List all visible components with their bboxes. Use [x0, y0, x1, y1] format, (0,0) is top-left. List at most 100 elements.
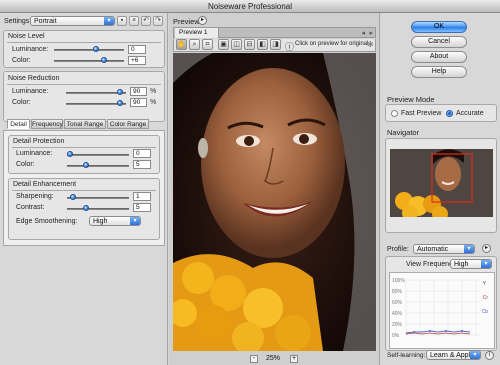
- cancel-button[interactable]: Cancel: [411, 36, 467, 48]
- crop-tool-icon[interactable]: ⌗: [202, 39, 213, 50]
- noise-reduction-luminance-knob[interactable]: [117, 89, 123, 95]
- detail-protection-luminance-slider[interactable]: [67, 154, 129, 156]
- divider: [7, 42, 161, 43]
- portrait-photo: [173, 53, 376, 351]
- help-button[interactable]: Help: [411, 66, 467, 78]
- split-vertical-icon[interactable]: ◫: [231, 39, 242, 50]
- hand-tool-icon[interactable]: ✋: [176, 39, 187, 50]
- tab-scroll-left-icon[interactable]: ◂: [361, 29, 365, 37]
- preview-image[interactable]: [173, 53, 376, 351]
- sharpening-input[interactable]: 1: [133, 192, 151, 201]
- info-icon[interactable]: i: [485, 351, 494, 360]
- contrast-label: Contrast:: [16, 204, 45, 211]
- tab-preview-1[interactable]: Preview 1: [175, 28, 219, 38]
- contrast-slider[interactable]: [67, 208, 129, 210]
- preview-toolbar: ✋ ⌕ ⌗ ▣ ◫ ⊟ ◧ ◨ ⓘ Click on preview for o…: [173, 39, 376, 52]
- chevron-down-icon: ▾: [481, 260, 491, 268]
- preview-title: Preview: [173, 17, 200, 26]
- noise-reduction-color-knob[interactable]: [117, 100, 123, 106]
- tab-detail[interactable]: Detail: [7, 119, 30, 129]
- tab-scroll-right-icon[interactable]: ▸: [369, 29, 373, 37]
- accurate-label: Accurate: [456, 110, 484, 117]
- preview-hint: Click on preview for original: [295, 41, 369, 47]
- legend-cb: Cb: [481, 309, 488, 315]
- percent-unit: %: [150, 99, 157, 106]
- view-frequency-select[interactable]: High ▾: [450, 259, 492, 269]
- profile-select[interactable]: Automatic ▾: [413, 244, 475, 254]
- zoom-in-button[interactable]: +: [290, 355, 298, 363]
- preview-panel: Preview ▸ Preview 1 ◂ ▸ ✋ ⌕ ⌗ ▣ ◫ ⊟ ◧ ◨ …: [169, 13, 380, 365]
- save-preset-icon[interactable]: ▪: [117, 16, 127, 26]
- frequency-graph: 100% 80% 60% 40% 20% 0% Y Cr Cb: [389, 272, 495, 349]
- noise-level-color-label: Color:: [12, 57, 31, 64]
- detail-protection-luminance-knob[interactable]: [67, 151, 73, 157]
- noise-reduction-color-input[interactable]: 90: [130, 98, 147, 107]
- self-learning-label: Self-learning:: [387, 352, 426, 359]
- noise-level-luminance-knob[interactable]: [93, 46, 99, 52]
- profile-menu-icon[interactable]: ▸: [482, 244, 491, 253]
- navigator-photo: [390, 149, 493, 217]
- detail-protection-luminance-input[interactable]: 0: [133, 149, 151, 158]
- zoom-tool-icon[interactable]: ⌕: [189, 39, 200, 50]
- noise-level-color-input[interactable]: +6: [128, 56, 146, 65]
- fast-preview-label: Fast Preview: [401, 110, 442, 117]
- ok-button[interactable]: OK: [411, 21, 467, 33]
- profile-group: View Frequency: High ▾ 100% 80% 60% 40% …: [385, 256, 497, 351]
- percent-unit: %: [150, 88, 157, 95]
- noise-level-luminance-input[interactable]: 0: [128, 45, 146, 54]
- detail-protection-title: Detail Protection: [13, 138, 65, 145]
- noise-reduction-luminance-input[interactable]: 90: [130, 87, 147, 96]
- settings-select-value: Portrait: [34, 18, 57, 25]
- tab-color-range[interactable]: Color Range: [107, 119, 149, 129]
- chevron-down-icon: ▾: [470, 351, 480, 359]
- detail-protection-color-knob[interactable]: [83, 162, 89, 168]
- detail-protection-color-input[interactable]: 5: [133, 160, 151, 169]
- edge-smoothening-select[interactable]: High ▾: [89, 216, 141, 226]
- chevron-down-icon: ▾: [464, 245, 474, 253]
- noise-level-color-slider[interactable]: [54, 60, 124, 62]
- window-title: Noiseware Professional: [0, 0, 500, 13]
- noise-level-luminance-slider[interactable]: [54, 49, 124, 51]
- noise-reduction-title: Noise Reduction: [8, 75, 60, 82]
- spinner-icon: ✱: [367, 40, 374, 49]
- chevron-down-icon: ▾: [130, 217, 140, 225]
- compare-view-icon[interactable]: ◨: [270, 39, 281, 50]
- sharpening-label: Sharpening:: [16, 193, 54, 200]
- settings-select[interactable]: Portrait ▾: [30, 16, 115, 26]
- sharpening-slider[interactable]: [67, 197, 129, 199]
- navigator-thumbnail[interactable]: [390, 149, 493, 217]
- preview-menu-icon[interactable]: ▸: [198, 16, 207, 25]
- redo-icon[interactable]: ↷: [153, 16, 163, 26]
- control-panel: OK Cancel About Help Preview Mode Fast P…: [381, 13, 500, 365]
- settings-label: Settings:: [4, 18, 32, 25]
- single-view-icon[interactable]: ▣: [218, 39, 229, 50]
- about-button[interactable]: About: [411, 51, 467, 63]
- tab-tonal-range[interactable]: Tonal Range: [64, 119, 106, 129]
- divider: [12, 147, 156, 148]
- detail-protection-luminance-label: Luminance:: [16, 150, 53, 157]
- accurate-radio[interactable]: [446, 110, 453, 117]
- delete-preset-icon[interactable]: ×: [129, 16, 139, 26]
- contrast-knob[interactable]: [83, 205, 89, 211]
- tab-frequency[interactable]: Frequency: [31, 119, 63, 129]
- noise-reduction-group: Noise Reduction Luminance: 90 % Color: 9…: [3, 71, 165, 122]
- contrast-input[interactable]: 5: [133, 203, 151, 212]
- preview-mode-group: Fast Preview Accurate: [385, 104, 497, 122]
- fast-preview-radio[interactable]: [391, 110, 398, 117]
- divider: [12, 190, 156, 191]
- undo-icon[interactable]: ↶: [141, 16, 151, 26]
- noise-level-color-knob[interactable]: [101, 57, 107, 63]
- zoom-out-button[interactable]: -: [250, 355, 258, 363]
- divider: [7, 84, 161, 85]
- sharpening-knob[interactable]: [70, 194, 76, 200]
- chevron-down-icon: ▾: [104, 17, 114, 25]
- detail-protection-color-label: Color:: [16, 161, 35, 168]
- detail-enhancement-title: Detail Enhancement: [13, 181, 77, 188]
- noise-reduction-color-label: Color:: [12, 99, 31, 106]
- side-by-side-icon[interactable]: ◧: [257, 39, 268, 50]
- detail-protection-color-slider[interactable]: [67, 165, 129, 167]
- self-learning-value: Learn & Apply: [430, 352, 474, 359]
- zoom-level: 25%: [266, 355, 281, 362]
- self-learning-select[interactable]: Learn & Apply ▾: [426, 350, 481, 360]
- split-horizontal-icon[interactable]: ⊟: [244, 39, 255, 50]
